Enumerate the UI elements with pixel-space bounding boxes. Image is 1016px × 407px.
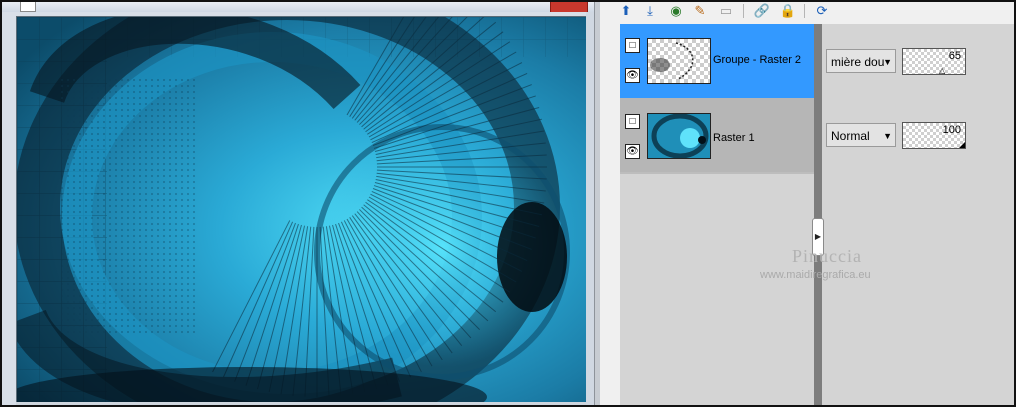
opacity-slider[interactable]: 100 ◢ [902, 122, 966, 149]
opacity-slider-thumb[interactable]: ◢ [959, 140, 965, 149]
layers-toolbar: ⬆ ⤓ ◉ ✎ ▭ 🔗 🔒 ⟳ [600, 2, 1014, 22]
document-titlebar[interactable] [2, 2, 594, 12]
layers-list: □ 👁 Groupe - Raster 2 □ 👁 Raster 1 [620, 24, 814, 174]
group-toggle-icon[interactable]: □ [625, 114, 640, 129]
layer-name: Raster 1 [713, 132, 755, 144]
link-icon[interactable]: 🔗 [754, 2, 770, 19]
layer-name: Groupe - Raster 2 [713, 54, 802, 66]
opacity-value: 65 [948, 50, 961, 62]
blend-mode-value: Normal [831, 129, 870, 143]
palette-splitter[interactable] [814, 24, 822, 405]
document-system-icon[interactable] [20, 2, 36, 12]
visibility-icon[interactable]: ◉ [668, 2, 684, 19]
chevron-down-icon: ▼ [883, 131, 892, 141]
opacity-slider[interactable]: 65 △ [902, 48, 966, 75]
document-close-button[interactable] [550, 2, 588, 12]
watermark-site: www.maidiregrafica.eu [760, 269, 871, 281]
canvas-artwork [17, 17, 587, 403]
opacity-value: 100 [942, 124, 961, 136]
delete-layer-icon[interactable]: ▭ [718, 2, 734, 19]
new-layer-icon[interactable]: ⬆ [618, 2, 634, 19]
document-window [2, 2, 594, 405]
properties-icon[interactable]: ✎ [692, 2, 708, 19]
layer-thumbnail [647, 38, 711, 84]
eye-icon[interactable]: 👁 [625, 68, 640, 83]
horizontal-scrollbar[interactable] [16, 402, 586, 405]
layer-row-groupe-raster-2[interactable]: □ 👁 Groupe - Raster 2 [620, 24, 814, 98]
help-icon[interactable]: ⟳ [814, 2, 830, 19]
blend-mode-dropdown[interactable]: Normal ▼ [826, 123, 896, 147]
group-toggle-icon[interactable]: □ [625, 38, 640, 53]
layer-properties: mière dou ▼ 65 △ Normal ▼ 100 ◢ [822, 24, 1014, 174]
layer-row-raster-1[interactable]: □ 👁 Raster 1 [620, 98, 814, 172]
watermark-name: Pinuccia [792, 246, 862, 266]
toolbar-separator [743, 4, 744, 18]
blend-mode-dropdown[interactable]: mière dou ▼ [826, 49, 896, 73]
image-canvas[interactable] [16, 16, 588, 404]
opacity-slider-thumb[interactable]: △ [939, 66, 945, 75]
chevron-down-icon: ▼ [883, 57, 892, 67]
blend-mode-value: mière dou [831, 55, 885, 69]
lock-icon[interactable]: 🔒 [780, 2, 796, 19]
screenshot-frame: ⬆ ⤓ ◉ ✎ ▭ 🔗 🔒 ⟳ □ 👁 Groupe - Raster 2 □ … [0, 0, 1016, 407]
document-window-edge [586, 12, 594, 405]
toolbar-separator [804, 4, 805, 18]
layer-thumbnail [647, 113, 711, 159]
eye-icon[interactable]: 👁 [625, 144, 640, 159]
layers-empty-area [620, 174, 814, 405]
merge-down-icon[interactable]: ⤓ [642, 2, 658, 19]
layers-palette: ⬆ ⤓ ◉ ✎ ▭ 🔗 🔒 ⟳ □ 👁 Groupe - Raster 2 □ … [600, 2, 1014, 405]
